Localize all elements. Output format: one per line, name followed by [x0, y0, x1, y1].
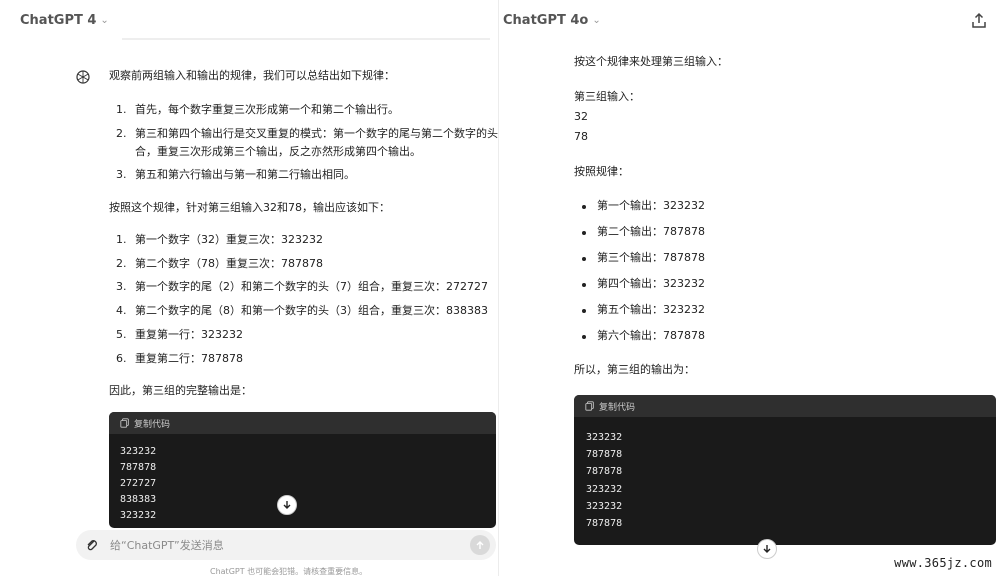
code-header: 复制代码 [574, 395, 996, 417]
copy-code-label: 复制代码 [599, 402, 636, 413]
step-text: 重复第二行：787878 [135, 352, 243, 365]
code-block: 复制代码 323232 787878 272727 838383 323232 [109, 412, 496, 528]
code-line: 323232 [586, 432, 623, 443]
send-button[interactable] [470, 535, 490, 555]
code-line: 323232 [120, 510, 157, 521]
input-label: 第三组输入： [574, 90, 640, 103]
step-text: 第二个数字的尾（8）和第一个数字的头（3）组合，重复三次：838383 [135, 304, 488, 317]
copy-icon [120, 418, 129, 428]
chevron-down-icon: ⌄ [592, 15, 601, 26]
arrow-down-icon [283, 501, 291, 509]
rule-text: 第三和第四个输出行是交叉重复的模式：第一个数字的尾与第二个数字的头组 [135, 127, 498, 140]
code-block: 复制代码 323232 787878 787878 323232 323232 … [574, 395, 996, 545]
step-text: 第一个数字的尾（2）和第二个数字的头（7）组合，重复三次：272727 [135, 280, 488, 293]
openai-logo-icon [76, 70, 90, 84]
rule-text: 第五和第六行输出与第一和第二行输出相同。 [135, 168, 355, 181]
output-item: 第六个输出：787878 [597, 329, 705, 342]
rule-label: 按照规律： [574, 165, 629, 178]
right-chat-panel: ChatGPT 4o ⌄ 按这个规律来处理第三组输入： 第三组输入： 32 78… [498, 0, 1000, 576]
step-number: 4. [116, 304, 127, 317]
scroll-to-bottom-button[interactable] [277, 495, 297, 515]
top-divider [122, 38, 490, 40]
output-item: 第二个输出：787878 [597, 225, 705, 238]
result-label: 所以，第三组的输出为： [574, 363, 695, 376]
step-text: 重复第一行：323232 [135, 328, 243, 341]
step-number: 5. [116, 328, 127, 341]
arrow-up-icon [476, 541, 484, 549]
step-number: 2. [116, 257, 127, 270]
copy-code-label: 复制代码 [134, 419, 171, 430]
code-line: 838383 [120, 494, 157, 505]
output-item: 第三个输出：787878 [597, 251, 705, 264]
rule-item: 3. 第五和第六行输出与第一和第二行输出相同。 [116, 168, 355, 182]
share-icon[interactable] [970, 12, 988, 30]
intro-text: 观察前两组输入和输出的规律，我们可以总结出如下规律： [109, 69, 395, 82]
rule-item: 1. 首先，每个数字重复三次形成第一个和第二个输出行。 [116, 103, 399, 117]
code-line: 323232 [586, 501, 623, 512]
model-name: ChatGPT 4 [20, 13, 97, 28]
step-text: 第一个数字（32）重复三次：323232 [135, 233, 323, 246]
apply-text: 按这个规律来处理第三组输入： [574, 55, 728, 68]
list-bullet [582, 231, 586, 235]
copy-code-button[interactable]: 复制代码 [120, 417, 170, 430]
rule-text: 首先，每个数字重复三次形成第一个和第二个输出行。 [135, 103, 399, 116]
step-number: 3. [116, 280, 127, 293]
paperclip-icon[interactable] [84, 537, 100, 553]
code-line: 787878 [586, 518, 623, 529]
step-item: 3. 第一个数字的尾（2）和第二个数字的头（7）组合，重复三次：272727 [116, 280, 488, 294]
copy-icon [585, 401, 594, 411]
model-selector[interactable]: ChatGPT 4o ⌄ [503, 13, 601, 28]
rule-item: 2. 第三和第四个输出行是交叉重复的模式：第一个数字的尾与第二个数字的头组 [116, 127, 498, 141]
code-line: 323232 [586, 484, 623, 495]
conclusion-text: 因此，第三组的完整输出是： [109, 384, 252, 397]
input-value: 32 [574, 110, 588, 123]
scroll-to-bottom-button[interactable] [757, 539, 777, 559]
list-bullet [582, 309, 586, 313]
output-item: 第五个输出：323232 [597, 303, 705, 316]
message-input[interactable] [110, 536, 450, 554]
output-item: 第一个输出：323232 [597, 199, 705, 212]
step-item: 4. 第二个数字的尾（8）和第一个数字的头（3）组合，重复三次：838383 [116, 304, 488, 318]
output-item: 第四个输出：323232 [597, 277, 705, 290]
list-bullet [582, 257, 586, 261]
list-bullet [582, 205, 586, 209]
copy-code-button[interactable]: 复制代码 [585, 400, 635, 413]
site-watermark: www.365jz.com [894, 556, 992, 570]
rule-text-continued: 合，重复三次形成第三个输出，反之亦然形成第四个输出。 [135, 145, 421, 158]
model-selector[interactable]: ChatGPT 4 ⌄ [20, 13, 109, 28]
code-line: 787878 [586, 466, 623, 477]
message-composer [76, 530, 496, 560]
step-item: 2. 第二个数字（78）重复三次：787878 [116, 257, 323, 271]
arrow-down-icon [763, 545, 771, 553]
code-line: 272727 [120, 478, 157, 489]
step-text: 第二个数字（78）重复三次：787878 [135, 257, 323, 270]
rule-number: 2. [116, 127, 127, 140]
rule-number: 3. [116, 168, 127, 181]
disclaimer-text: ChatGPT 也可能会犯错。请核查重要信息。 [210, 567, 368, 576]
list-bullet [582, 283, 586, 287]
code-line: 787878 [586, 449, 623, 460]
chevron-down-icon: ⌄ [100, 15, 109, 26]
step-number: 1. [116, 233, 127, 246]
step-item: 6. 重复第二行：787878 [116, 352, 243, 366]
model-name: ChatGPT 4o [503, 13, 589, 28]
rule-number: 1. [116, 103, 127, 116]
apply-text: 按照这个规律，针对第三组输入32和78，输出应该如下： [109, 201, 390, 214]
code-line: 323232 [120, 446, 157, 457]
code-header: 复制代码 [109, 412, 496, 434]
step-item: 1. 第一个数字（32）重复三次：323232 [116, 233, 323, 247]
list-bullet [582, 335, 586, 339]
step-number: 6. [116, 352, 127, 365]
step-item: 5. 重复第一行：323232 [116, 328, 243, 342]
input-value: 78 [574, 130, 588, 143]
code-line: 787878 [120, 462, 157, 473]
left-chat-panel: ChatGPT 4 ⌄ 观察前两组输入和输出的规律，我们可以总结出如下规律： 1… [0, 0, 498, 576]
